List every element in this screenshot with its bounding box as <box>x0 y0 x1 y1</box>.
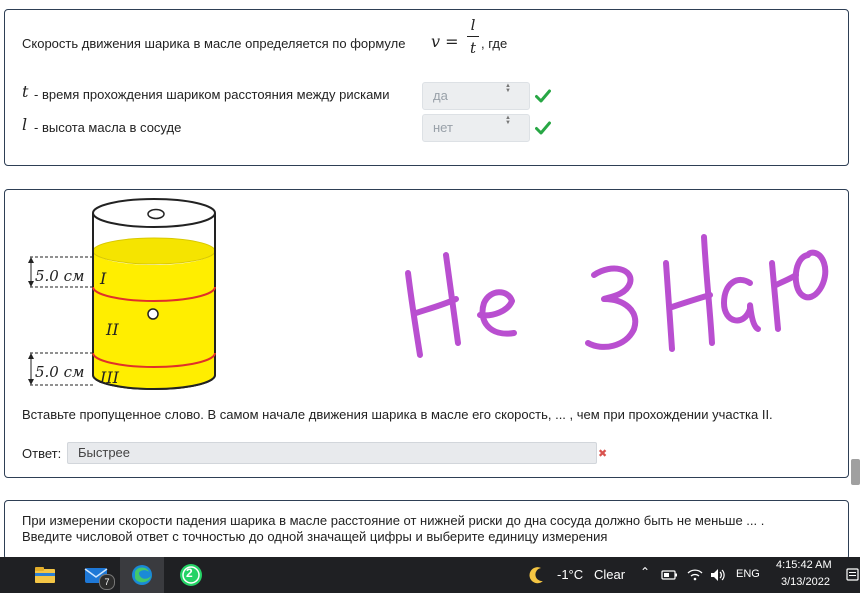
question-3-line1: При измерении скорости падения шарика в … <box>22 513 765 528</box>
select-l-value: нет <box>433 120 453 135</box>
formula-denominator: t <box>469 39 477 57</box>
formula-intro: Скорость движения шарика в масле определ… <box>22 36 406 51</box>
wifi-icon[interactable] <box>686 562 704 588</box>
start-edge-icon[interactable] <box>0 562 6 588</box>
row-label-l: - высота масла в сосуде <box>34 120 182 135</box>
select-t[interactable]: да ▲▼ <box>422 82 530 110</box>
answer-value: Быстрее <box>78 445 131 460</box>
chevron-up-icon[interactable]: ⌃ <box>640 565 650 579</box>
weather-temp[interactable]: -1°C <box>557 567 583 582</box>
weather-text[interactable]: Clear <box>594 567 625 582</box>
chevron-updown-icon: ▲▼ <box>505 115 511 125</box>
formula-numerator: l <box>470 16 476 34</box>
answer-input[interactable]: Быстрее <box>67 442 597 464</box>
fraction-bar <box>467 36 479 37</box>
clock-time[interactable]: 4:15:42 AM <box>776 559 832 571</box>
check-icon <box>535 89 551 103</box>
section-label-3: III <box>100 368 119 387</box>
check-icon <box>535 121 551 135</box>
chevron-updown-icon: ▲▼ <box>505 83 511 93</box>
handwritten-note <box>405 234 829 358</box>
dimension-label-top: 5.0 см <box>35 267 85 285</box>
notification-icon[interactable] <box>845 562 860 588</box>
row-label-t: - время прохождения шариком расстояния м… <box>34 87 390 102</box>
mail-badge: 7 <box>99 574 115 590</box>
cross-icon: ✖ <box>598 448 608 460</box>
moon-icon[interactable] <box>527 562 547 588</box>
question-text: Вставьте пропущенное слово. В самом нача… <box>22 407 773 422</box>
language-indicator[interactable]: ENG <box>736 568 760 580</box>
answer-label: Ответ: <box>22 446 62 461</box>
section-label-1: I <box>100 269 107 288</box>
question-card-3: При измерении скорости падения шарика в … <box>4 500 849 560</box>
clock-date[interactable]: 3/13/2022 <box>781 576 830 588</box>
taskbar: 7 2 -1°C Clear ⌃ ENG 4:15:42 AM 3/13/202… <box>0 557 860 593</box>
formula-lhs: v = <box>431 32 459 51</box>
volume-icon[interactable] <box>709 562 727 588</box>
question-3-line2: Введите числовой ответ с точностью до од… <box>22 529 608 544</box>
whatsapp-badge: 2 <box>186 566 193 580</box>
battery-icon[interactable] <box>661 562 679 588</box>
row-symbol-l: l <box>22 115 28 134</box>
select-l[interactable]: нет ▲▼ <box>422 114 530 142</box>
file-explorer-icon[interactable] <box>32 562 58 588</box>
select-t-value: да <box>433 88 448 103</box>
section-label-2: II <box>106 320 119 339</box>
scrollbar-thumb[interactable] <box>851 459 860 485</box>
formula-intro-end: , где <box>481 36 508 51</box>
row-symbol-t: t <box>22 82 29 101</box>
edge-browser-icon[interactable] <box>129 562 155 588</box>
dimension-label-bottom: 5.0 см <box>35 363 85 381</box>
question-card-1: Скорость движения шарика в масле определ… <box>4 9 849 166</box>
